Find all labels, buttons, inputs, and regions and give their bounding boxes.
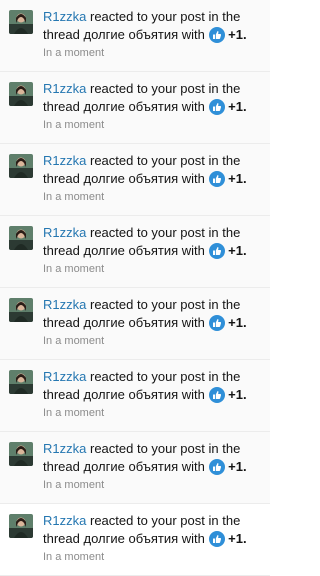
thread-title[interactable]: долгие объятия — [84, 315, 179, 330]
username-link[interactable]: R1zzka — [43, 225, 86, 240]
timestamp: In a moment — [43, 191, 105, 203]
username-link[interactable]: R1zzka — [43, 81, 86, 96]
notification-text: R1zzka reacted to your post in the threa… — [43, 368, 264, 404]
username-link[interactable]: R1zzka — [43, 369, 86, 384]
notification-text: R1zzka reacted to your post in the threa… — [43, 224, 264, 260]
notification-text: R1zzka reacted to your post in the threa… — [43, 512, 264, 548]
with-text: with — [181, 459, 205, 474]
with-text: with — [181, 531, 205, 546]
thumbs-up-icon — [208, 99, 225, 115]
notification-item[interactable]: R1zzka reacted to your post in the threa… — [0, 144, 270, 216]
reaction-label: +1. — [228, 243, 247, 258]
avatar[interactable] — [9, 154, 33, 178]
timestamp: In a moment — [43, 479, 105, 491]
timestamp: In a moment — [43, 263, 105, 275]
avatar[interactable] — [9, 10, 33, 34]
notification-item[interactable]: R1zzka reacted to your post in the threa… — [0, 0, 270, 72]
thread-title[interactable]: долгие объятия — [84, 531, 179, 546]
notification-text: R1zzka reacted to your post in the threa… — [43, 8, 264, 44]
notification-item[interactable]: R1zzka reacted to your post in the threa… — [0, 360, 270, 432]
with-text: with — [181, 243, 205, 258]
notification-item[interactable]: R1zzka reacted to your post in the threa… — [0, 504, 270, 576]
reaction-label: +1. — [228, 171, 247, 186]
reaction-label: +1. — [228, 27, 247, 42]
timestamp: In a moment — [43, 551, 105, 563]
with-text: with — [181, 27, 205, 42]
thread-title[interactable]: долгие объятия — [84, 171, 179, 186]
thumbs-up-icon — [208, 243, 225, 259]
reaction-label: +1. — [228, 315, 247, 330]
thread-title[interactable]: долгие объятия — [84, 459, 179, 474]
notification-text: R1zzka reacted to your post in the threa… — [43, 296, 264, 332]
timestamp: In a moment — [43, 335, 105, 347]
username-link[interactable]: R1zzka — [43, 9, 86, 24]
avatar[interactable] — [9, 442, 33, 466]
avatar[interactable] — [9, 514, 33, 538]
thread-title[interactable]: долгие объятия — [84, 99, 179, 114]
notification-item[interactable]: R1zzka reacted to your post in the threa… — [0, 432, 270, 504]
notification-text: R1zzka reacted to your post in the threa… — [43, 152, 264, 188]
thread-title[interactable]: долгие объятия — [84, 27, 179, 42]
avatar[interactable] — [9, 226, 33, 250]
notification-list: R1zzka reacted to your post in the threa… — [0, 0, 270, 576]
thread-title[interactable]: долгие объятия — [84, 387, 179, 402]
timestamp: In a moment — [43, 119, 105, 131]
with-text: with — [181, 99, 205, 114]
notification-item[interactable]: R1zzka reacted to your post in the threa… — [0, 216, 270, 288]
thumbs-up-icon — [208, 531, 225, 547]
notification-item[interactable]: R1zzka reacted to your post in the threa… — [0, 288, 270, 360]
reaction-label: +1. — [228, 387, 247, 402]
thumbs-up-icon — [208, 459, 225, 475]
timestamp: In a moment — [43, 407, 105, 419]
notification-text: R1zzka reacted to your post in the threa… — [43, 80, 264, 116]
notification-item[interactable]: R1zzka reacted to your post in the threa… — [0, 72, 270, 144]
thread-title[interactable]: долгие объятия — [84, 243, 179, 258]
username-link[interactable]: R1zzka — [43, 441, 86, 456]
with-text: with — [181, 387, 205, 402]
thumbs-up-icon — [208, 315, 225, 331]
thumbs-up-icon — [208, 171, 225, 187]
with-text: with — [181, 171, 205, 186]
timestamp: In a moment — [43, 47, 105, 59]
username-link[interactable]: R1zzka — [43, 153, 86, 168]
thumbs-up-icon — [208, 27, 225, 43]
with-text: with — [181, 315, 205, 330]
notification-text: R1zzka reacted to your post in the threa… — [43, 440, 264, 476]
reaction-label: +1. — [228, 459, 247, 474]
avatar[interactable] — [9, 370, 33, 394]
username-link[interactable]: R1zzka — [43, 297, 86, 312]
thumbs-up-icon — [208, 387, 225, 403]
avatar[interactable] — [9, 82, 33, 106]
reaction-label: +1. — [228, 531, 247, 546]
username-link[interactable]: R1zzka — [43, 513, 86, 528]
avatar[interactable] — [9, 298, 33, 322]
reaction-label: +1. — [228, 99, 247, 114]
